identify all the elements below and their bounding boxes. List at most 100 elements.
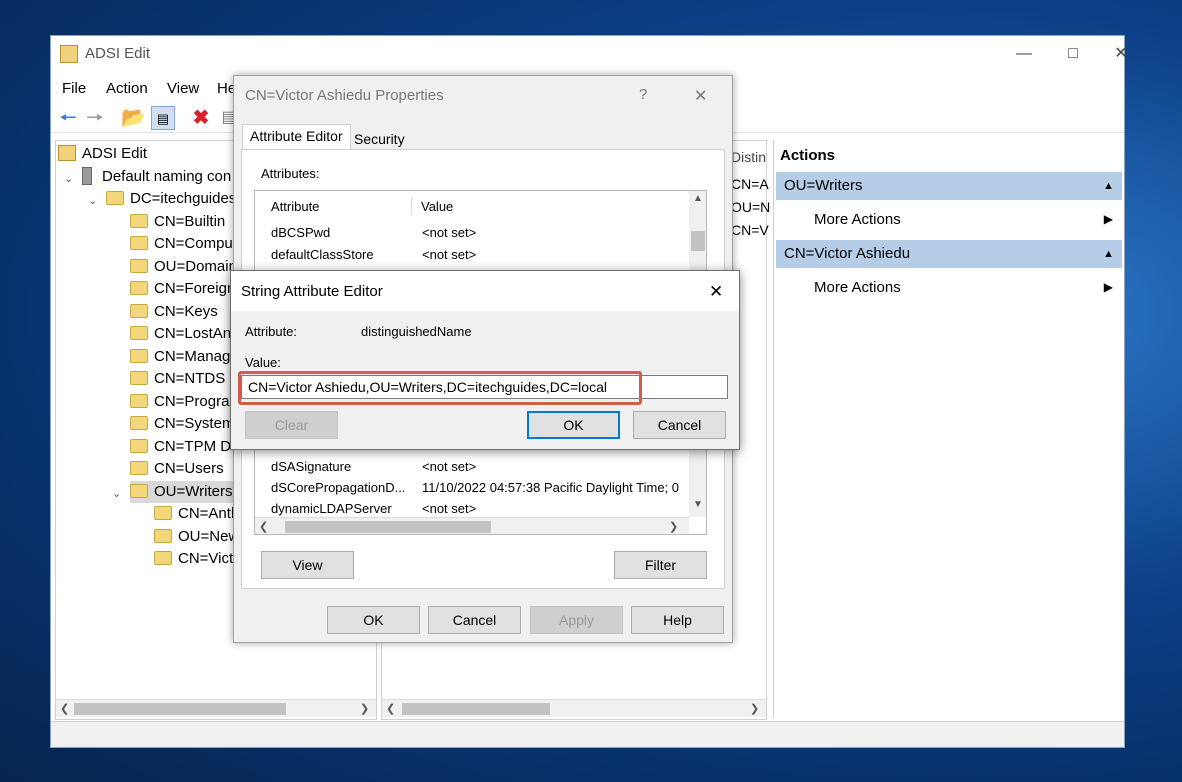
tree-scrollbar[interactable]: ❮ ❯ (56, 699, 376, 717)
folder-icon (130, 304, 148, 318)
actions-pane: Actions OU=Writers ▲ More Actions ▶ CN=V… (773, 140, 1123, 718)
tree-item[interactable]: CN=Users (130, 458, 224, 480)
column-divider[interactable] (411, 197, 412, 215)
view-button[interactable]: View (261, 551, 354, 579)
chevron-down-icon[interactable]: ⌄ (112, 487, 121, 500)
dialog-title: CN=Victor Ashiedu Properties (245, 87, 444, 104)
tab-security[interactable]: Security (347, 128, 412, 150)
menu-view[interactable]: View (167, 80, 199, 97)
scroll-down-icon[interactable]: ▼ (693, 499, 703, 510)
clear-button[interactable]: Clear (245, 411, 338, 439)
scroll-right-icon[interactable]: ❯ (360, 700, 369, 718)
tree-naming-context[interactable]: Default naming con (82, 166, 231, 188)
scroll-right-icon[interactable]: ❯ (750, 700, 759, 718)
close-icon[interactable]: ✕ (709, 282, 723, 302)
tree-item[interactable]: CN=Manag (130, 346, 230, 368)
filter-button[interactable]: Filter (614, 551, 707, 579)
table-row[interactable]: dSASignature <not set> (271, 459, 476, 474)
up-folder-icon[interactable]: 📂 (121, 106, 146, 130)
status-bar (51, 721, 1124, 747)
tree-item[interactable]: CN=System (130, 413, 234, 435)
tree-root[interactable]: ADSI Edit (58, 143, 147, 165)
tree-child[interactable]: OU=New (154, 526, 239, 548)
list-item[interactable]: OU=N (731, 199, 770, 215)
help-button[interactable]: Help (631, 606, 724, 634)
title-bar[interactable]: ADSI Edit — □ ✕ (51, 36, 1128, 73)
folder-icon (130, 461, 148, 475)
tree-item[interactable]: CN=Builtin (130, 211, 225, 233)
close-icon[interactable]: ✕ (694, 86, 707, 106)
scroll-thumb[interactable] (691, 231, 705, 251)
scroll-up-icon[interactable]: ▲ (693, 193, 703, 204)
table-row[interactable]: dBCSPwd <not set> (271, 225, 476, 240)
cancel-button[interactable]: Cancel (428, 606, 521, 634)
more-actions-link[interactable]: More Actions (814, 279, 901, 296)
scroll-thumb[interactable] (74, 703, 286, 715)
tree-item-selected[interactable]: OU=Writers (130, 481, 237, 503)
scroll-left-icon[interactable]: ❮ (386, 700, 395, 718)
scroll-thumb[interactable] (285, 521, 491, 533)
table-row[interactable]: dSCorePropagationD... 11/10/2022 04:57:38… (271, 480, 679, 495)
help-icon[interactable]: ? (639, 86, 647, 103)
tree-item[interactable]: CN=Keys (130, 301, 218, 323)
tree-item[interactable]: OU=Domain (130, 256, 237, 278)
folder-icon (130, 416, 148, 430)
scroll-thumb[interactable] (402, 703, 550, 715)
column-header-attribute[interactable]: Attribute (271, 199, 319, 214)
tab-attribute-editor[interactable]: Attribute Editor (242, 124, 351, 151)
actions-section-header[interactable]: OU=Writers ▲ (776, 172, 1122, 200)
ok-button[interactable]: OK (327, 606, 420, 634)
string-attribute-editor: String Attribute Editor ✕ Attribute: dis… (230, 270, 740, 450)
list-item[interactable]: CN=V (731, 222, 769, 238)
submenu-arrow-icon: ▶ (1103, 280, 1113, 294)
cancel-button[interactable]: Cancel (633, 411, 726, 439)
folder-icon (130, 236, 148, 250)
tree-item[interactable]: CN=Progra (130, 391, 229, 413)
server-icon (82, 167, 92, 185)
tree-item[interactable]: CN=Comput (130, 233, 237, 255)
folder-icon (130, 371, 148, 385)
tree-item[interactable]: CN=Foreign (130, 278, 235, 300)
maximize-icon[interactable]: □ (1061, 42, 1085, 66)
minimize-icon[interactable]: — (1012, 42, 1036, 66)
chevron-down-icon[interactable]: ⌄ (88, 194, 97, 207)
tree-child[interactable]: CN=Anth (154, 503, 239, 525)
menu-action[interactable]: Action (106, 80, 148, 97)
app-icon (60, 45, 78, 63)
close-icon[interactable]: ✕ (1109, 42, 1133, 66)
scroll-left-icon[interactable]: ❮ (60, 700, 69, 718)
chevron-down-icon[interactable]: ⌄ (64, 172, 73, 185)
column-header-value[interactable]: Value (421, 199, 453, 214)
value-input[interactable] (241, 375, 728, 399)
attribute-hscrollbar[interactable]: ❮ ❯ (255, 517, 689, 534)
list-item[interactable]: CN=A (731, 176, 769, 192)
forward-arrow-icon[interactable]: 🠖 (83, 106, 107, 130)
attributes-label: Attributes: (261, 166, 320, 181)
tree-item[interactable]: CN=LostAnd (130, 323, 239, 345)
ok-button[interactable]: OK (527, 411, 620, 439)
details-scrollbar[interactable]: ❮ ❯ (382, 699, 766, 717)
folder-icon (130, 326, 148, 340)
menu-file[interactable]: File (62, 80, 86, 97)
column-header[interactable]: Distin (731, 149, 766, 165)
editor-title-bar[interactable]: String Attribute Editor ✕ (231, 271, 739, 311)
folder-icon (130, 214, 148, 228)
editor-title: String Attribute Editor (241, 283, 383, 300)
folder-icon (106, 191, 124, 205)
tree-item[interactable]: CN=TPM De (130, 436, 239, 458)
table-row[interactable]: dynamicLDAPServer <not set> (271, 501, 476, 516)
more-actions-link[interactable]: More Actions (814, 211, 901, 228)
delete-icon[interactable]: ✖ (189, 106, 213, 130)
scroll-right-icon[interactable]: ❯ (669, 518, 678, 534)
tree-child[interactable]: CN=Victo (154, 548, 242, 570)
scroll-left-icon[interactable]: ❮ (259, 518, 268, 534)
tree-domain[interactable]: DC=itechguides (106, 188, 236, 210)
show-hide-tree-icon[interactable]: ▤ (151, 106, 175, 130)
table-row[interactable]: defaultClassStore <not set> (271, 247, 476, 262)
apply-button[interactable]: Apply (530, 606, 623, 634)
back-arrow-icon[interactable]: 🠔 (56, 106, 80, 130)
collapse-icon[interactable]: ▲ (1103, 240, 1114, 268)
tree-item[interactable]: CN=NTDS C (130, 368, 240, 390)
actions-section-header[interactable]: CN=Victor Ashiedu ▲ (776, 240, 1122, 268)
collapse-icon[interactable]: ▲ (1103, 172, 1114, 200)
